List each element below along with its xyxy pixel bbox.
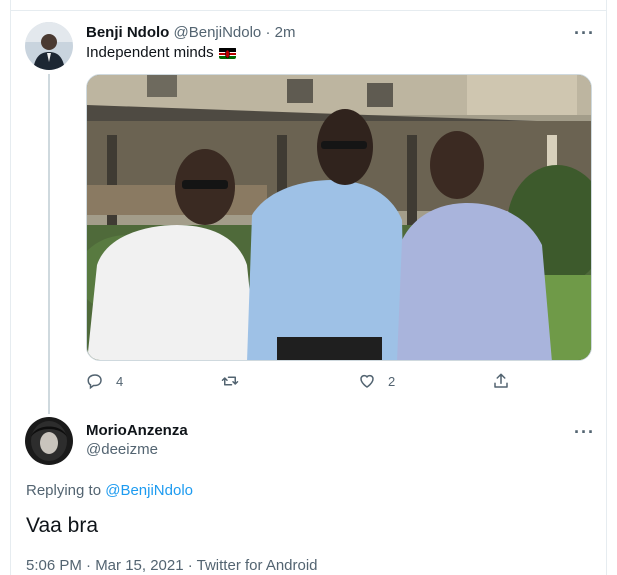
kenya-flag-icon <box>218 47 236 59</box>
retweet-icon <box>221 376 239 386</box>
tweet-time[interactable]: · 2m <box>265 24 295 41</box>
reply-author-handle[interactable]: @deeizme <box>86 441 158 458</box>
author-avatar-icon <box>25 22 73 70</box>
reply-count: 4 <box>116 373 124 389</box>
tweet-text-content: Independent minds <box>86 44 214 61</box>
replying-prefix: Replying to <box>26 482 102 499</box>
heart-icon <box>360 374 374 388</box>
reply-timestamp[interactable]: 5:06 PM · Mar 15, 2021 · Twitter for And… <box>26 557 318 574</box>
retweet-action[interactable] <box>220 372 252 390</box>
reply-text: Vaa bra <box>26 514 98 537</box>
tweet-header: Benji Ndolo @BenjiNdolo · 2m <box>86 24 295 41</box>
group-photo <box>87 75 591 360</box>
tweet-photo[interactable] <box>86 74 592 361</box>
more-options-icon[interactable]: ··· <box>574 24 595 42</box>
share-icon <box>494 373 508 388</box>
author-handle[interactable]: @BenjiNdolo <box>174 24 262 41</box>
reply-action[interactable]: 4 <box>86 372 123 390</box>
share-action[interactable] <box>492 372 510 390</box>
like-action[interactable]: 2 <box>358 372 395 390</box>
divider <box>10 10 607 11</box>
reply-icon <box>87 374 102 390</box>
reply-handle-line: @deeizme <box>86 441 158 458</box>
replying-to-link[interactable]: @BenjiNdolo <box>105 482 193 499</box>
tweet-text: Independent minds <box>86 44 236 61</box>
avatar[interactable] <box>25 417 73 465</box>
reply-author-avatar-icon <box>25 417 73 465</box>
replying-to: Replying to @BenjiNdolo <box>26 482 193 499</box>
reply-header: MorioAnzenza <box>86 422 188 439</box>
avatar[interactable] <box>25 22 73 70</box>
author-name[interactable]: Benji Ndolo <box>86 24 169 41</box>
more-options-icon[interactable]: ··· <box>574 423 595 441</box>
tweet-actions: 4 2 <box>86 372 526 392</box>
like-count: 2 <box>388 373 396 389</box>
reply-author-name[interactable]: MorioAnzenza <box>86 422 188 439</box>
thread-connector <box>48 74 50 414</box>
